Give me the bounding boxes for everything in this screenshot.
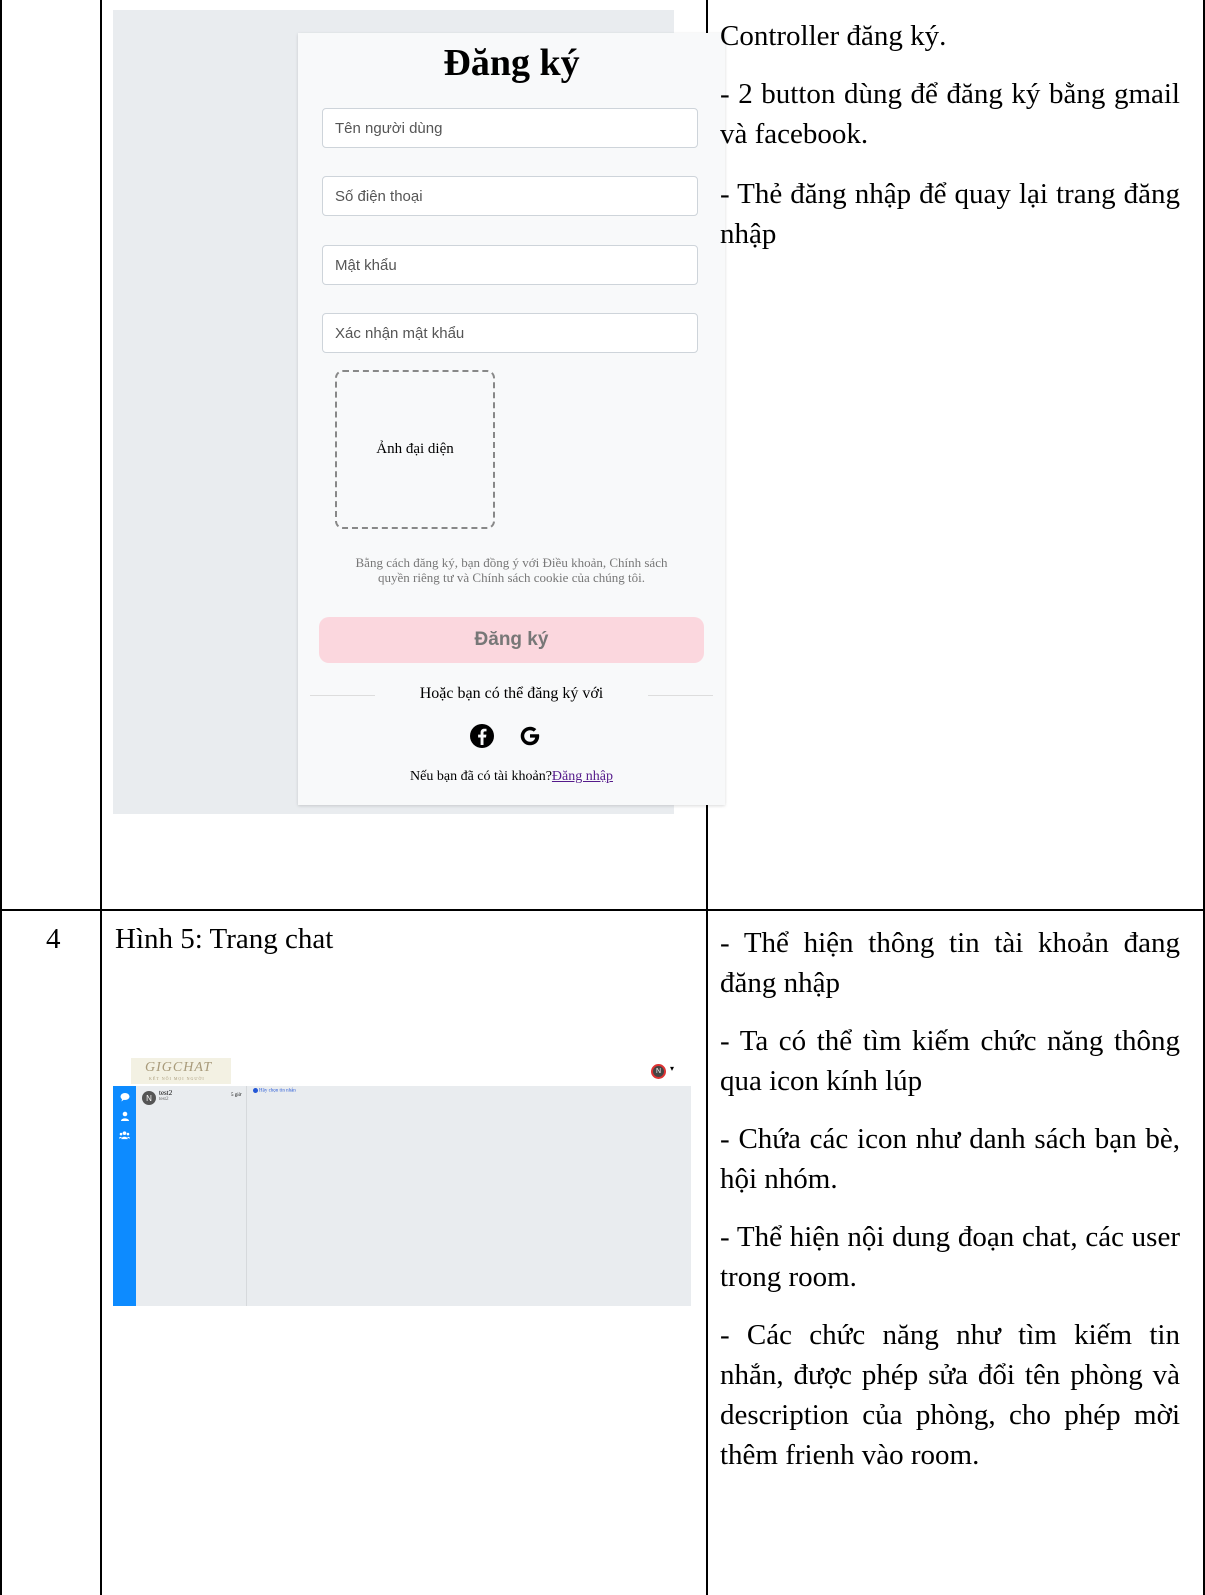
row4-description: - Thể hiện thông tin tài khoản đang đăng…	[720, 923, 1180, 1493]
phone-field[interactable]: Số điện thoại	[322, 176, 698, 216]
have-account-label: Nếu bạn đã có tài khoản?	[410, 769, 552, 784]
table-row-divider	[0, 909, 1205, 911]
row3-desc-line: - Thẻ đăng nhập để quay lại trang đăng n…	[720, 178, 1180, 250]
figure-caption: Hình 5: Trang chat	[115, 923, 334, 955]
google-icon[interactable]	[515, 721, 545, 751]
terms-text: Bằng cách đăng ký, bạn đồng ý với Điều k…	[313, 555, 710, 585]
password-field[interactable]: Mật khẩu	[322, 245, 698, 285]
table-border-col1	[100, 0, 102, 1595]
facebook-icon[interactable]	[467, 721, 497, 751]
chat-logo: GIGCHAT KẾT NỐI MỌI NGƯỜI	[131, 1058, 231, 1084]
row4-desc-line: - Chứa các icon như danh sách bạn bè, hộ…	[720, 1123, 1180, 1195]
contact-last-message: test2	[159, 1097, 169, 1102]
chevron-down-icon[interactable]: ▾	[670, 1064, 674, 1073]
account-avatar[interactable]: N	[651, 1064, 666, 1079]
row4-desc-line: - Thể hiện thông tin tài khoản đang đăng…	[720, 927, 1180, 999]
table-border-left	[0, 0, 2, 1595]
have-account-text: Nếu bạn đã có tài khoản?Đăng nhập	[298, 769, 725, 785]
row4-desc-line: - Ta có thể tìm kiếm chức năng thông qua…	[720, 1025, 1180, 1097]
avatar-upload-label: Ảnh đại diện	[376, 441, 454, 457]
register-screenshot: Đăng ký Tên người dùng Số điện thoại Mật…	[113, 10, 725, 814]
chat-screenshot: GIGCHAT KẾT NỐI MỌI NGƯỜI N ▾ N test2 te…	[113, 1056, 691, 1306]
chat-logo-sub: KẾT NỐI MỌI NGƯỜI	[149, 1076, 205, 1081]
row4-desc-line: - Các chức năng như tìm kiếm tin nhắn, đ…	[720, 1319, 1180, 1471]
chat-sidebar	[113, 1086, 136, 1306]
terms-line-1: Bằng cách đăng ký, bạn đồng ý với Điều k…	[355, 555, 668, 570]
user-icon[interactable]	[119, 1110, 130, 1121]
chat-logo-text: GIGCHAT	[145, 1060, 213, 1075]
login-link[interactable]: Đăng nhập	[552, 769, 613, 784]
chat-bubble-icon[interactable]	[119, 1091, 130, 1102]
row-number: 4	[46, 923, 61, 955]
row3-desc-line: Controller đăng ký.	[720, 20, 947, 52]
chat-header: GIGCHAT KẾT NỐI MỌI NGƯỜI N ▾	[113, 1056, 691, 1086]
chat-empty-hint: Hãy chọn tin nhắn	[253, 1088, 296, 1094]
row3-desc-line: - 2 button dùng để đăng ký bằng gmail và…	[720, 78, 1180, 150]
register-title: Đăng ký	[443, 42, 580, 84]
contact-time: 5 giờ	[231, 1093, 242, 1098]
username-field[interactable]: Tên người dùng	[322, 108, 698, 148]
avatar: N	[142, 1091, 156, 1105]
confirm-password-field[interactable]: Xác nhận mật khẩu	[322, 313, 698, 353]
register-button[interactable]: Đăng ký	[319, 617, 704, 663]
terms-line-2: quyền riêng tư và Chính sách cookie của …	[378, 570, 645, 585]
or-divider: Hoặc bạn có thể đăng ký với	[310, 683, 713, 707]
contact-name: test2	[159, 1089, 173, 1097]
group-icon[interactable]	[119, 1129, 130, 1140]
or-text: Hoặc bạn có thể đăng ký với	[419, 685, 604, 702]
avatar-upload[interactable]: Ảnh đại diện	[335, 370, 495, 529]
row4-desc-line: - Thể hiện nội dung đoạn chat, các user …	[720, 1221, 1180, 1293]
conversation-list: N test2 test2 5 giờ	[136, 1086, 247, 1306]
register-card: Đăng ký Tên người dùng Số điện thoại Mật…	[298, 33, 725, 805]
row3-description: Controller đăng ký. - 2 button dùng để đ…	[720, 16, 1180, 272]
